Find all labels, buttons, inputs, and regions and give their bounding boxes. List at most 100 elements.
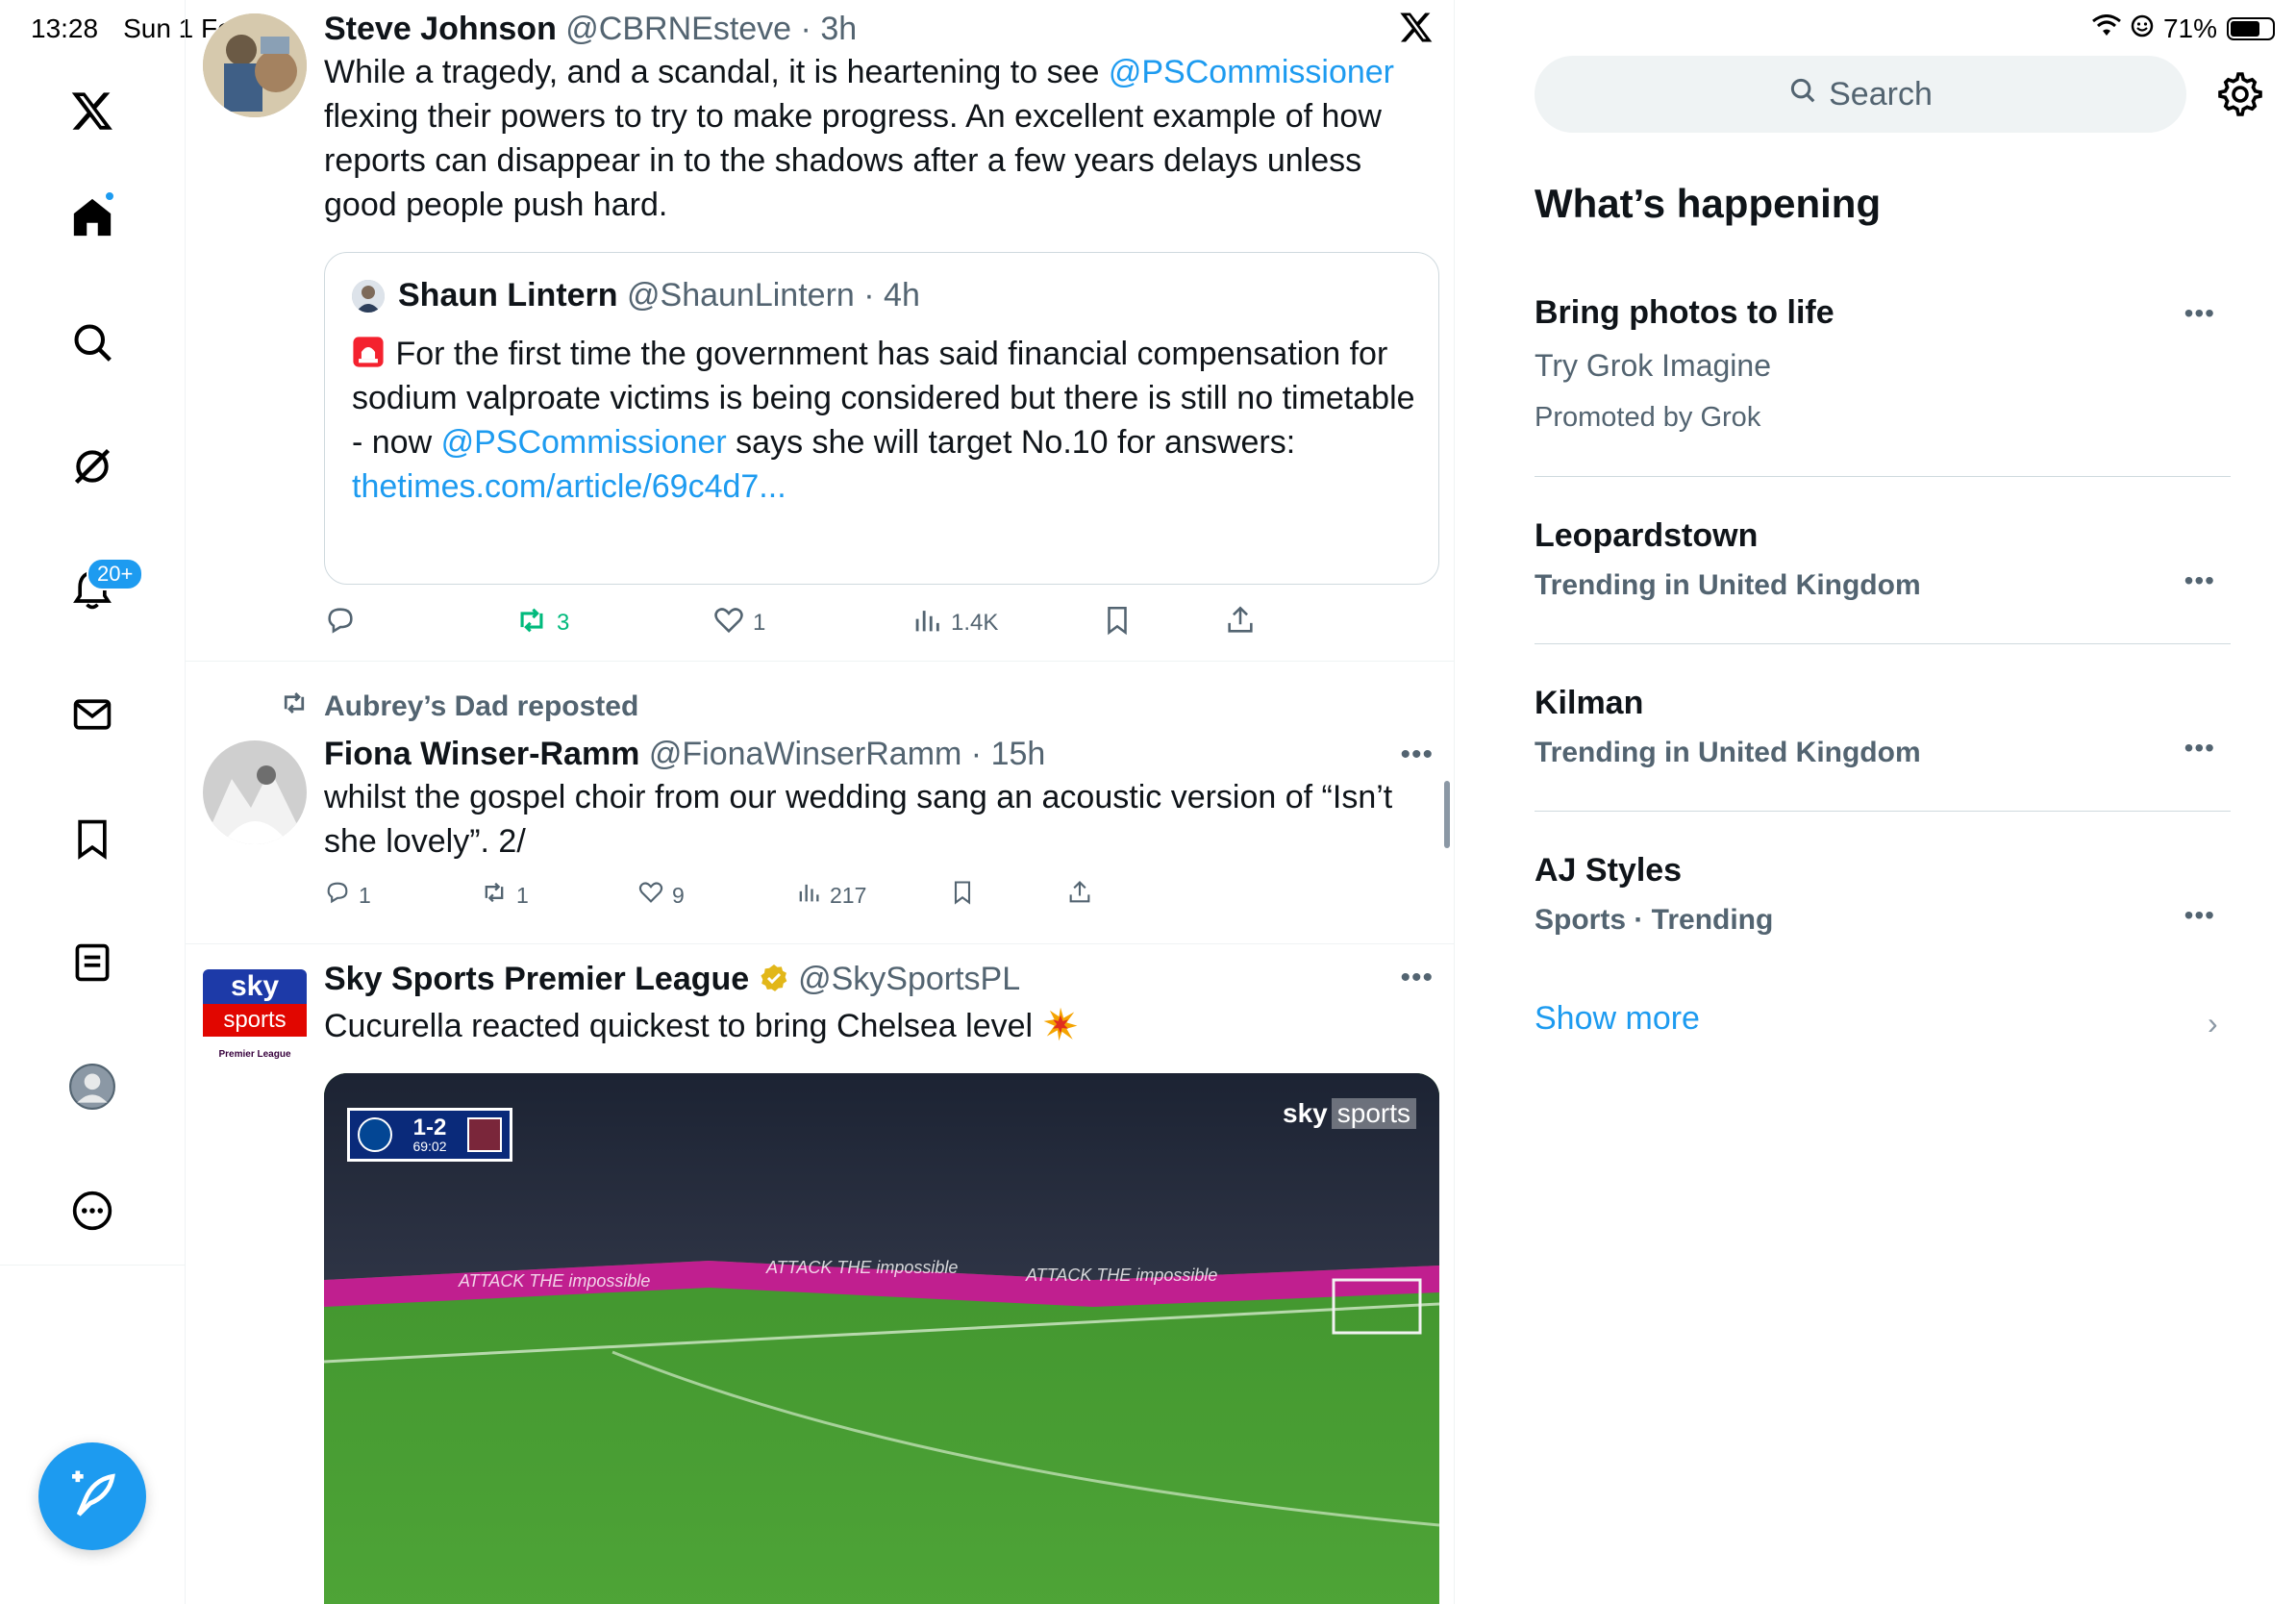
more-circle-icon[interactable] [63, 1182, 121, 1240]
grok-icon[interactable] [63, 438, 121, 495]
share-icon [1066, 879, 1093, 912]
author-name[interactable]: Steve Johnson [324, 11, 557, 47]
trend-item-promoted[interactable]: Bring photos to life Try Grok Imagine Pr… [1535, 285, 2231, 477]
retweet-button[interactable]: 3 [514, 604, 569, 643]
author-name[interactable]: Fiona Winser-Ramm [324, 736, 639, 772]
reply-count: 1 [359, 882, 371, 908]
x-logo-icon[interactable] [63, 82, 121, 139]
tweet-sky-sports-pl[interactable]: sky sports Premier League Sky Sports Pre… [186, 944, 1454, 1604]
advertising-board-text: ATTACK THE impossible [766, 1258, 959, 1277]
author-name[interactable]: Sky Sports Premier League [324, 961, 749, 997]
lists-icon[interactable] [63, 934, 121, 991]
tweet-content: Sky Sports Premier League @SkySportsPL C… [324, 958, 1437, 1054]
tweet-time[interactable]: 15h [991, 736, 1046, 772]
retweet-button[interactable]: 1 [480, 879, 529, 912]
wifi-icon [2092, 13, 2121, 44]
battery-icon [2227, 17, 2275, 40]
trend-item-aj-styles[interactable]: AJ Styles Sports · Trending ••• [1535, 812, 2231, 965]
siren-icon [352, 336, 387, 370]
score-overlay: 1-2 69:02 [347, 1108, 512, 1162]
compose-post-button[interactable] [38, 1442, 146, 1550]
feed-scrollbar[interactable] [1444, 781, 1450, 848]
tweet-header: Fiona Winser-Ramm @FionaWinserRamm · 15h [324, 736, 1046, 772]
trend-subtitle: Try Grok Imagine [1535, 348, 1771, 383]
trend-meta: Sports · Trending [1535, 904, 1774, 936]
more-options-icon[interactable]: ••• [1400, 739, 1434, 771]
quote-mention-link[interactable]: @PSCommissioner [441, 424, 727, 461]
search-input[interactable]: Search [1535, 56, 2186, 133]
advertising-board-text: ATTACK THE impossible [1026, 1266, 1218, 1285]
reply-button[interactable]: 1 [324, 879, 371, 912]
quote-text: For the first time the government has sa… [352, 336, 1415, 505]
views-button[interactable]: 217 [795, 879, 866, 912]
quote-author-name: Shaun Lintern [398, 277, 618, 313]
whats-happening-title: What’s happening [1535, 181, 1882, 226]
quoted-tweet[interactable]: Shaun Lintern @ShaunLintern · 4h For the… [324, 252, 1439, 585]
x-logo-icon [1399, 10, 1434, 49]
trend-meta: Trending in United Kingdom [1535, 569, 1921, 601]
trend-promoted-by: Promoted by Grok [1535, 402, 1761, 433]
settings-gear-icon[interactable] [2217, 71, 2263, 117]
trend-item-leopardstown[interactable]: Leopardstown Trending in United Kingdom … [1535, 477, 2231, 644]
sky-sports-watermark: sky sports [1283, 1098, 1416, 1129]
trend-item-kilman[interactable]: Kilman Trending in United Kingdom ••• [1535, 644, 2231, 812]
more-options-icon[interactable]: ••• [1400, 962, 1434, 994]
home-unread-dot [104, 190, 115, 202]
like-count: 1 [753, 610, 766, 636]
nav-divider [0, 1265, 186, 1266]
bookmark-button[interactable] [949, 879, 976, 912]
avatar[interactable] [203, 740, 307, 844]
mention-link[interactable]: @PSCommissioner [1109, 54, 1394, 90]
like-button[interactable]: 9 [637, 879, 685, 912]
author-handle[interactable]: @CBRNEsteve [565, 11, 791, 47]
views-count: 1.4K [951, 610, 999, 636]
trend-meta: Trending in United Kingdom [1535, 737, 1921, 768]
author-handle[interactable]: @FionaWinserRamm [649, 736, 961, 772]
repost-indicator: Aubrey’s Dad reposted [278, 689, 638, 725]
tweet-steve-johnson[interactable]: Steve Johnson @CBRNEsteve · 3h While a t… [186, 0, 1454, 662]
like-button[interactable]: 1 [712, 604, 765, 643]
left-nav: 20+ [0, 0, 186, 1604]
bookmark-icon [1101, 604, 1134, 643]
tweet-text: whilst the gospel choir from our wedding… [324, 779, 1393, 860]
author-handle[interactable]: @SkySportsPL [798, 961, 1020, 997]
notification-badge: 20+ [87, 558, 144, 590]
status-bar-right: 71% [2092, 13, 2275, 44]
trend-more-icon[interactable]: ••• [2184, 298, 2215, 329]
repost-label[interactable]: Aubrey’s Dad reposted [324, 690, 638, 723]
trend-title: AJ Styles [1535, 852, 1683, 889]
messages-envelope-icon[interactable] [63, 686, 121, 743]
sky-sports-avatar[interactable]: sky sports Premier League [203, 969, 307, 1073]
trend-more-icon[interactable]: ••• [2184, 900, 2215, 931]
bookmark-button[interactable] [1101, 604, 1134, 643]
search-icon[interactable] [63, 313, 121, 371]
chelsea-crest-icon [358, 1117, 392, 1152]
trend-more-icon[interactable]: ••• [2184, 565, 2215, 596]
avatar[interactable] [203, 13, 307, 117]
west-ham-crest-icon [466, 1117, 502, 1152]
tweet-time[interactable]: 3h [820, 11, 857, 47]
profile-avatar-icon[interactable] [63, 1058, 121, 1115]
timeline-feed[interactable]: Steve Johnson @CBRNEsteve · 3h While a t… [186, 0, 1455, 1604]
views-button[interactable]: 1.4K [911, 604, 998, 643]
explosion-emoji-icon [1042, 1006, 1079, 1054]
share-button[interactable] [1066, 879, 1093, 912]
retweet-count: 1 [516, 882, 529, 908]
tweet-actions: 1 1 9 217 [324, 881, 1439, 910]
video-media[interactable]: 1-2 69:02 sky sports ATTACK THE impossib… [324, 1073, 1439, 1604]
bookmarks-icon[interactable] [63, 810, 121, 867]
reply-button[interactable] [324, 604, 357, 643]
chevron-right-icon: › [2208, 1006, 2218, 1040]
advertising-board-text: ATTACK THE impossible [459, 1271, 651, 1291]
views-chart-icon [795, 879, 822, 912]
quote-author-handle: @ShaunLintern [627, 277, 855, 313]
show-more-link[interactable]: Show more [1535, 1000, 1700, 1038]
trend-more-icon[interactable]: ••• [2184, 733, 2215, 764]
tweet-header: Steve Johnson @CBRNEsteve · 3h [324, 11, 858, 47]
match-clock: 69:02 [412, 1139, 447, 1154]
share-button[interactable] [1224, 604, 1257, 643]
search-icon [1788, 76, 1817, 113]
tweet-fiona-winser-ramm[interactable]: Aubrey’s Dad reposted Fiona Winser-Ramm … [186, 662, 1454, 944]
quote-article-link[interactable]: thetimes.com/article/69c4d7... [352, 468, 786, 505]
retweet-count: 3 [557, 610, 570, 636]
